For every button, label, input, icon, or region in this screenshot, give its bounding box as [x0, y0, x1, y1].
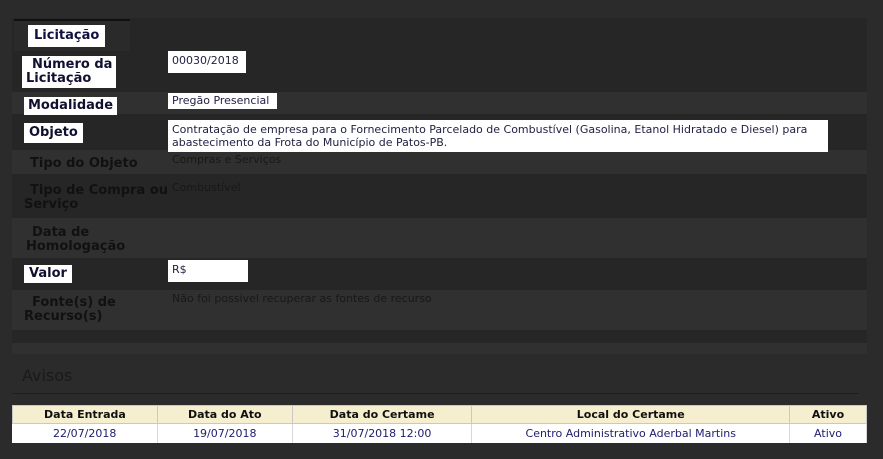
- col-local-certame: Local do Certame: [471, 405, 791, 424]
- numero-label-line1: Número da: [32, 57, 113, 72]
- cell-ativo: Ativo: [789, 423, 867, 443]
- fontes-value: Não foi possível recuperar as fontes de …: [172, 292, 432, 305]
- col-data-entrada: Data Entrada: [12, 405, 158, 424]
- col-data-ato: Data do Ato: [156, 405, 293, 424]
- tipo-compra-label: Tipo de Compra ou Serviço: [20, 182, 172, 214]
- avisos-divider: [12, 393, 859, 394]
- objeto-value-line2: abastecimento da Frota do Município de P…: [172, 136, 448, 149]
- valor-value: R$: [168, 260, 248, 282]
- col-data-certame: Data do Certame: [291, 405, 473, 424]
- row-bg-fontes: [12, 290, 867, 330]
- numero-label-line2: Licitação: [26, 71, 92, 86]
- tab-licitacao-label[interactable]: Licitação: [28, 25, 106, 47]
- tipo-compra-label-line2: Serviço: [24, 197, 79, 212]
- row-bg-empty: [12, 343, 867, 354]
- numero-label: Número da Licitação: [22, 56, 117, 88]
- row-bg-data-homologacao: [12, 218, 867, 258]
- col-ativo: Ativo: [789, 405, 867, 424]
- modalidade-label: Modalidade: [24, 97, 118, 115]
- fontes-label-line2: Recurso(s): [24, 309, 103, 324]
- objeto-label: Objeto: [24, 123, 83, 143]
- avisos-table: Data Entrada Data do Ato Data do Certame…: [12, 405, 867, 443]
- fontes-label: Fonte(s) de Recurso(s): [20, 294, 120, 326]
- data-homologacao-value: [168, 224, 176, 230]
- valor-label: Valor: [24, 265, 72, 283]
- tipo-objeto-value: Compras e Serviços: [172, 153, 282, 166]
- cell-data-ato: 19/07/2018: [157, 423, 293, 443]
- fontes-label-line1: Fonte(s) de: [32, 295, 116, 310]
- cell-data-certame: 31/07/2018 12:00: [292, 423, 473, 443]
- data-homologacao-label-line2: Homologação: [26, 239, 126, 254]
- numero-value: 00030/2018: [168, 51, 246, 73]
- modalidade-value: Pregão Presencial: [168, 93, 277, 109]
- table-row[interactable]: 22/07/2018 19/07/2018 31/07/2018 12:00 C…: [12, 423, 867, 443]
- avisos-header-row: Data Entrada Data do Ato Data do Certame…: [12, 405, 867, 424]
- tipo-compra-value: Combustível: [172, 181, 241, 194]
- data-homologacao-label: Data de Homologação: [22, 224, 129, 256]
- cell-data-entrada: 22/07/2018: [12, 423, 158, 443]
- objeto-value-line1: Contratação de empresa para o Fornecimen…: [172, 123, 808, 136]
- objeto-value: Contratação de empresa para o Fornecimen…: [168, 120, 828, 152]
- tipo-compra-label-line1: Tipo de Compra ou: [30, 183, 168, 198]
- data-homologacao-label-line1: Data de: [32, 225, 90, 240]
- tipo-objeto-label: Tipo do Objeto: [30, 156, 138, 171]
- row-bg-modalidade: [12, 92, 867, 114]
- avisos-title: Avisos: [22, 366, 73, 385]
- cell-local-certame: Centro Administrativo Aderbal Martins: [471, 423, 791, 443]
